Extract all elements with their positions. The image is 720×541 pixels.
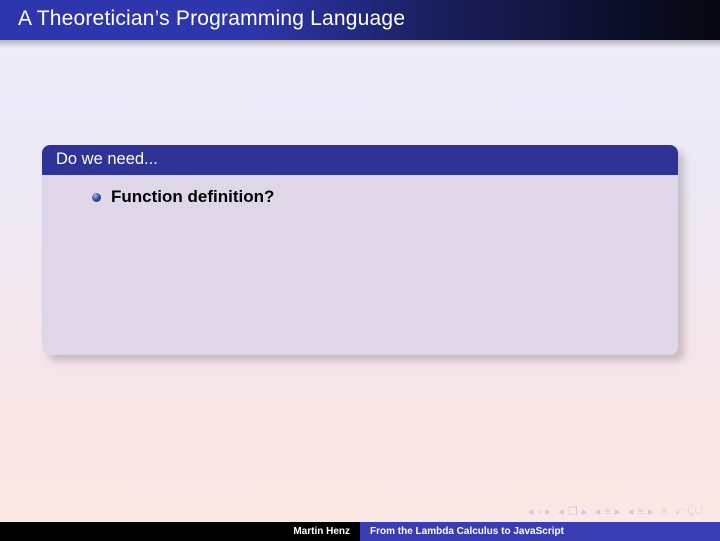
block-body: Function definition? — [42, 175, 678, 355]
footer-talk-title: From the Lambda Calculus to JavaScript — [370, 526, 564, 537]
nav-first-button[interactable]: ◂ ▫ ▸ — [526, 505, 554, 518]
footer: Martin Henz From the Lambda Calculus to … — [0, 522, 720, 541]
footer-right: From the Lambda Calculus to JavaScript — [360, 522, 720, 541]
block-header: Do we need... — [42, 145, 678, 175]
title-bar: A Theoretician’s Programming Language — [0, 0, 720, 40]
footer-author: Martin Henz — [293, 526, 350, 537]
content-area: Do we need... Function definition? — [42, 145, 678, 355]
title-bar-shadow — [0, 40, 720, 48]
slide-title: A Theoretician’s Programming Language — [18, 7, 405, 30]
slide: A Theoretician’s Programming Language Do… — [0, 0, 720, 541]
nav-up-button[interactable]: ◂ ≡ ▸ — [593, 505, 623, 518]
nav-back-button[interactable]: ⤺⤹↺ — [673, 505, 706, 518]
nav-controls: ◂ ▫ ▸ ◂ ❐ ▸ ◂ ≡ ▸ ◂ ≡ ▸ ≡ ⤺⤹↺ — [526, 505, 706, 518]
nav-prev-button[interactable]: ◂ ❐ ▸ — [556, 505, 590, 518]
bullet-icon — [92, 193, 101, 202]
block-header-text: Do we need... — [56, 150, 158, 168]
block: Do we need... Function definition? — [42, 145, 678, 355]
nav-toc-button[interactable]: ≡ — [659, 506, 670, 518]
bullet-text: Function definition? — [111, 187, 274, 207]
footer-left: Martin Henz — [0, 522, 360, 541]
nav-next-button[interactable]: ◂ ≡ ▸ — [626, 505, 656, 518]
list-item: Function definition? — [64, 187, 656, 207]
